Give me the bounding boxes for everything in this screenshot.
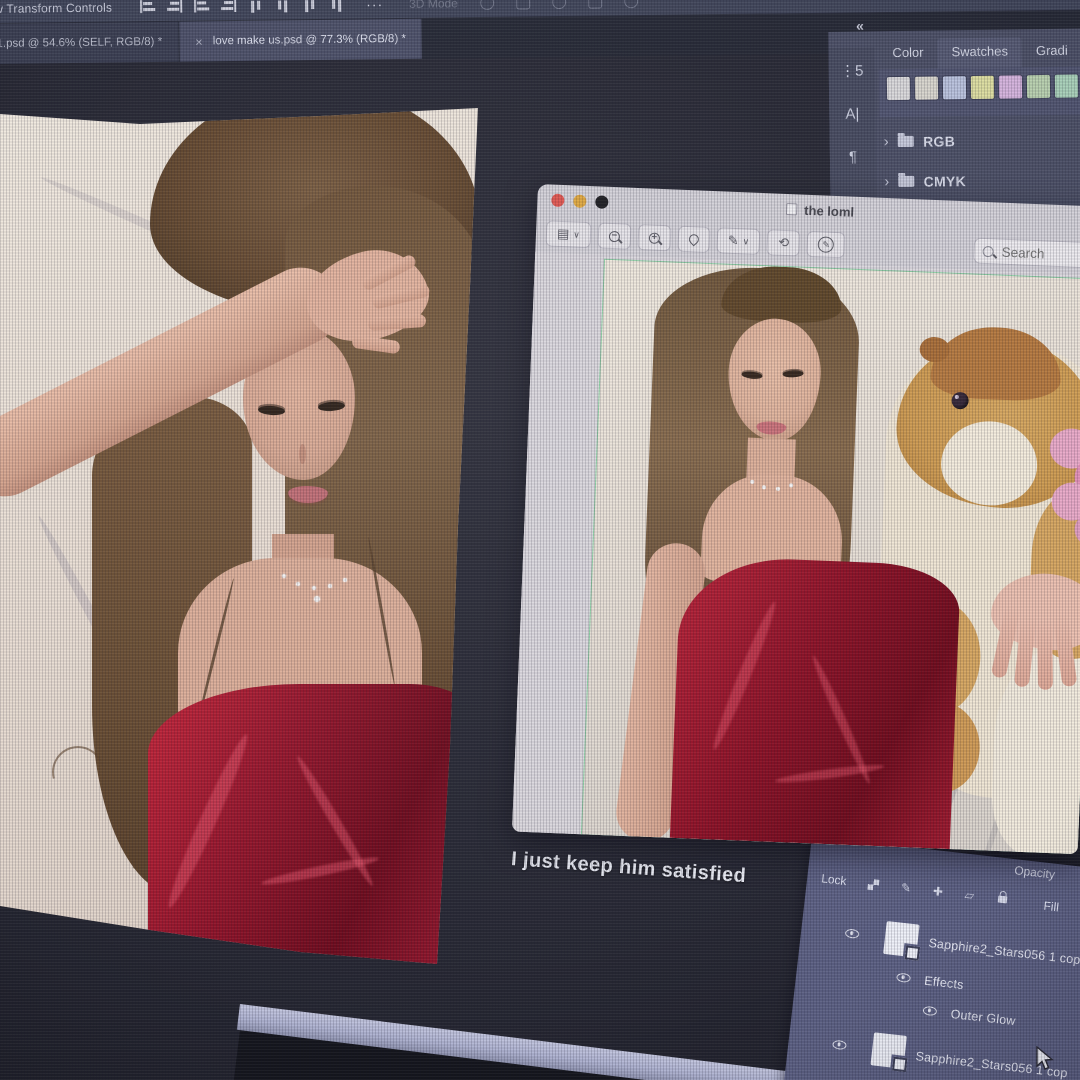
layers-panel: Opacity Lock ✎ ✚ ▱ Fill Sapphire2_Stars0…: [775, 836, 1080, 1080]
tab-color[interactable]: Color: [878, 38, 937, 69]
align-left-icon[interactable]: [140, 0, 155, 13]
fill-label: Fill: [1043, 899, 1060, 915]
markup-circle-icon: ✎: [818, 236, 835, 253]
markup-pen-button[interactable]: ✎ ∨: [716, 227, 761, 255]
layer-thumbnail[interactable]: [883, 921, 920, 958]
sidebar-icon: ▤: [557, 226, 570, 242]
search-icon: [982, 245, 993, 256]
distribute-h-icon[interactable]: [221, 0, 236, 12]
3d-orbit-icon[interactable]: [480, 0, 494, 10]
disclosure-icon[interactable]: ›: [884, 133, 890, 150]
color-swatch[interactable]: [999, 75, 1022, 98]
pen-icon: ✎: [727, 233, 739, 249]
color-swatch[interactable]: [1055, 75, 1078, 98]
swatches-row: [879, 66, 1080, 118]
preview-content: [512, 252, 1080, 854]
visibility-eye-icon[interactable]: [845, 928, 860, 939]
search-field[interactable]: [973, 238, 1080, 269]
glyphs-panel-icon[interactable]: ⋮5: [840, 62, 864, 80]
swatch-group-cmyk-label: CMYK: [923, 173, 966, 190]
lock-row: Lock ✎ ✚ ▱: [820, 871, 1007, 906]
align-right-icon[interactable]: [194, 0, 209, 13]
3d-zoom-icon[interactable]: [624, 0, 638, 8]
outer-glow-label[interactable]: Outer Glow: [950, 1007, 1016, 1028]
tab-doc-1-title: -1.psd @ 54.6% (SELF, RGB/8) *: [0, 36, 162, 50]
color-swatch[interactable]: [915, 76, 938, 99]
swatch-group-rgb-label: RGB: [923, 133, 955, 149]
search-input[interactable]: [999, 243, 1080, 263]
color-swatch[interactable]: [943, 76, 966, 99]
lock-transparency-icon[interactable]: [868, 878, 880, 890]
3d-roll-icon[interactable]: [516, 0, 530, 9]
align-center-h-icon[interactable]: [167, 0, 182, 13]
layer-name[interactable]: Sapphire2_Stars056 1 cop: [928, 936, 1080, 967]
3d-mode-label: 3D Mode: [409, 0, 458, 10]
highlight-button[interactable]: [677, 226, 710, 253]
chevron-down-icon: ∨: [573, 229, 580, 240]
collapse-panels-icon[interactable]: «: [856, 18, 864, 34]
lock-all-icon[interactable]: [997, 895, 1007, 903]
tab-doc-1[interactable]: -1.psd @ 54.6% (SELF, RGB/8) *: [0, 22, 179, 64]
more-align-options-icon[interactable]: ···: [366, 0, 383, 12]
highlight-droplet-icon: [687, 232, 701, 246]
character-panel-icon[interactable]: A|: [845, 106, 859, 123]
zoom-in-icon: +: [649, 232, 660, 243]
canvas-photo-left: [0, 106, 482, 970]
transform-controls-checkbox-label[interactable]: w Transform Controls: [0, 0, 112, 15]
distribute-v-icon[interactable]: [330, 0, 343, 12]
visibility-eye-icon[interactable]: [896, 973, 911, 984]
preview-photo: [582, 260, 1080, 854]
swatch-group-rgb[interactable]: › RGB: [884, 132, 956, 150]
lock-label: Lock: [820, 871, 847, 888]
tab-swatches[interactable]: Swatches: [937, 37, 1022, 68]
lock-artboard-icon[interactable]: ▱: [964, 888, 975, 903]
color-swatch[interactable]: [1027, 75, 1050, 98]
zoom-out-icon: −: [609, 230, 620, 241]
red-velvet-dress: [670, 555, 961, 854]
tab-close-icon[interactable]: ×: [195, 34, 203, 49]
tab-gradients[interactable]: Gradi: [1022, 36, 1080, 67]
sidebar-view-button[interactable]: ▤ ∨: [546, 220, 592, 248]
3d-slide-icon[interactable]: [588, 0, 602, 8]
align-middle-v-icon[interactable]: [276, 0, 289, 13]
3d-pan-icon[interactable]: [552, 0, 566, 9]
align-buttons: [140, 0, 344, 13]
visibility-eye-icon[interactable]: [922, 1006, 937, 1017]
tab-doc-2-title: love make us.psd @ 77.3% (RGB/8) *: [213, 33, 406, 47]
panel-tabs: Color Swatches Gradi: [878, 36, 1080, 69]
zoom-out-button[interactable]: −: [597, 222, 631, 249]
swatch-group-cmyk[interactable]: › CMYK: [884, 172, 966, 190]
tab-doc-2[interactable]: × love make us.psd @ 77.3% (RGB/8) *: [179, 19, 422, 62]
folder-icon: [898, 136, 914, 147]
document-proxy-icon: [786, 203, 797, 215]
zoom-in-button[interactable]: +: [637, 224, 671, 251]
lock-position-icon[interactable]: ✚: [932, 884, 944, 899]
effects-label[interactable]: Effects: [924, 974, 965, 992]
align-top-icon[interactable]: [249, 0, 262, 13]
lock-paint-icon[interactable]: ✎: [900, 880, 912, 895]
preview-window: the loml ▤ ∨ − + ✎ ∨ ⟲: [512, 184, 1080, 854]
markup-toolbar-button[interactable]: ✎: [807, 231, 846, 259]
rotate-button[interactable]: ⟲: [767, 229, 801, 256]
align-bottom-icon[interactable]: [303, 0, 316, 12]
mouse-cursor: [1034, 1046, 1056, 1072]
color-swatch[interactable]: [971, 76, 994, 99]
photoshop-screen: w Transform Controls ··· 3D Mode -1.psd …: [0, 0, 1080, 1080]
layer-thumbnail[interactable]: [870, 1032, 907, 1069]
chevron-down-icon: ∨: [742, 236, 749, 247]
folder-icon: [899, 176, 915, 187]
color-swatch[interactable]: [887, 77, 910, 100]
rotate-icon: ⟲: [778, 235, 790, 251]
paragraph-panel-icon[interactable]: ¶: [849, 149, 857, 166]
visibility-eye-icon[interactable]: [832, 1040, 847, 1051]
disclosure-icon[interactable]: ›: [884, 173, 890, 190]
opacity-label: Opacity: [1014, 863, 1056, 882]
